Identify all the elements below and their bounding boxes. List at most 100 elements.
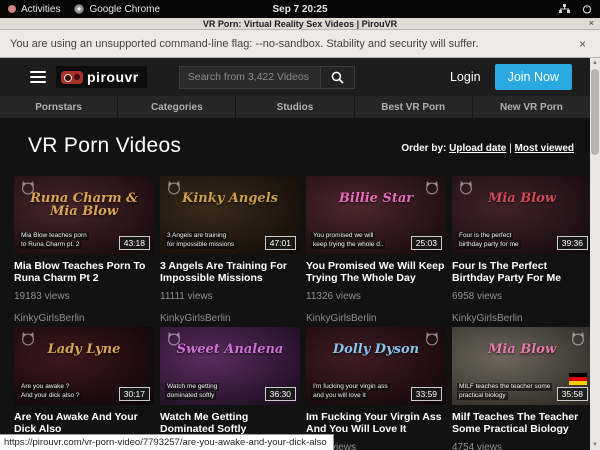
os-taskbar: Activities Google Chrome Sep 7 20:25 <box>0 0 600 18</box>
studio-link[interactable]: KinkyGirlsBerlin <box>452 313 590 324</box>
studio-watermark-cat-icon <box>166 180 182 196</box>
order-by-label: Order by: <box>401 143 446 154</box>
video-grid: Runa Charm & Mia Blow Mia Blow teaches p… <box>0 158 590 450</box>
video-thumbnail[interactable]: Sweet Analena Watch me gettingdominated … <box>160 327 300 405</box>
german-flag-icon <box>569 373 587 385</box>
video-card: Mia Blow Four is the perfectbirthday par… <box>452 176 590 324</box>
thumbnail-caption: You promised we willkeep trying the whol… <box>311 231 385 249</box>
video-views: 11111 views <box>160 291 300 302</box>
site-logo-text: pirouvr <box>87 69 139 85</box>
chrome-app-label: Google Chrome <box>89 4 160 15</box>
order-by-most-viewed-link[interactable]: Most viewed <box>515 143 574 154</box>
duration-badge: 43:18 <box>119 236 150 250</box>
video-title-link[interactable]: Milf Teaches The Teacher Some Practical … <box>452 411 590 435</box>
video-title-link[interactable]: Im Fucking Your Virgin Ass And You Will … <box>306 411 446 435</box>
nav-item-best-vr-porn[interactable]: Best VR Porn <box>354 96 472 118</box>
scroll-down-icon[interactable]: ▼ <box>592 440 598 450</box>
search-icon <box>331 71 344 84</box>
studio-watermark-cat-icon <box>20 180 36 196</box>
order-by-separator: | <box>509 143 512 154</box>
window-title: VR Porn: Virtual Reality Sex Videos | Pi… <box>0 18 600 30</box>
chrome-app-button[interactable]: Google Chrome <box>74 4 160 15</box>
search-input[interactable] <box>179 66 321 89</box>
main-nav: PornstarsCategoriesStudiosBest VR PornNe… <box>0 96 590 118</box>
activities-indicator-icon <box>8 5 16 13</box>
video-thumbnail[interactable]: Kinky Angels 3 Angels are trainingfor im… <box>160 176 300 254</box>
video-views: 19183 views <box>14 291 154 302</box>
studio-watermark-cat-icon <box>424 180 440 196</box>
duration-badge: 39:36 <box>557 236 588 250</box>
studio-link[interactable]: KinkyGirlsBerlin <box>14 313 154 324</box>
video-title-link[interactable]: 3 Angels Are Training For Impossible Mis… <box>160 260 300 284</box>
infobar-close-icon[interactable]: × <box>575 37 590 51</box>
thumbnail-caption: MILF teaches the teacher somepractical b… <box>457 382 552 400</box>
duration-badge: 30:17 <box>119 387 150 401</box>
activities-label: Activities <box>21 4 60 15</box>
video-thumbnail[interactable]: Runa Charm & Mia Blow Mia Blow teaches p… <box>14 176 154 254</box>
studio-watermark-cat-icon <box>458 180 474 196</box>
activities-button[interactable]: Activities <box>8 4 60 15</box>
video-title-link[interactable]: You Promised We Will Keep Trying The Who… <box>306 260 446 284</box>
page-heading-row: VR Porn Videos Order by: Upload date | M… <box>0 118 590 158</box>
network-icon[interactable] <box>559 4 570 14</box>
join-now-button[interactable]: Join Now <box>495 64 572 90</box>
site-header: pirouvr Login Join Now <box>0 58 590 96</box>
duration-badge: 25:03 <box>411 236 442 250</box>
page-scrollbar[interactable]: ▲ ▼ <box>590 58 600 450</box>
studio-watermark-cat-icon <box>570 331 586 347</box>
video-card: Runa Charm & Mia Blow Mia Blow teaches p… <box>14 176 154 324</box>
video-views: 4754 views <box>452 442 590 450</box>
order-by-upload-date-link[interactable]: Upload date <box>449 143 506 154</box>
thumbnail-caption: Mia Blow teaches pornto Runa Charm pt. 2 <box>19 231 89 249</box>
studio-link[interactable]: KinkyGirlsBerlin <box>160 313 300 324</box>
studio-watermark-cat-icon <box>166 331 182 347</box>
infobar-message: You are using an unsupported command-lin… <box>10 38 478 50</box>
video-thumbnail[interactable]: Mia Blow Four is the perfectbirthday par… <box>452 176 590 254</box>
window-titlebar: VR Porn: Virtual Reality Sex Videos | Pi… <box>0 18 600 30</box>
thumbnail-caption: Four is the perfectbirthday party for me <box>457 231 521 249</box>
duration-badge: 33:59 <box>411 387 442 401</box>
thumbnail-caption: Watch me gettingdominated softly <box>165 382 219 400</box>
screen: Activities Google Chrome Sep 7 20:25 VR … <box>0 0 600 450</box>
video-title-link[interactable]: Mia Blow Teaches Porn To Runa Charm Pt 2 <box>14 260 154 284</box>
video-title-link[interactable]: Watch Me Getting Dominated Softly <box>160 411 300 435</box>
nav-item-pornstars[interactable]: Pornstars <box>0 96 117 118</box>
studio-link[interactable]: KinkyGirlsBerlin <box>306 313 446 324</box>
power-icon[interactable] <box>582 4 592 14</box>
duration-badge: 47:01 <box>265 236 296 250</box>
nav-item-categories[interactable]: Categories <box>117 96 235 118</box>
order-by: Order by: Upload date | Most viewed <box>401 143 574 158</box>
scroll-up-icon[interactable]: ▲ <box>592 58 598 68</box>
studio-watermark-cat-icon <box>424 331 440 347</box>
video-thumbnail[interactable]: Dolly Dyson I'm fucking your virgin assa… <box>306 327 446 405</box>
nav-item-new-vr-porn[interactable]: New VR Porn <box>472 96 590 118</box>
studio-watermark-cat-icon <box>20 331 36 347</box>
video-title-link[interactable]: Are You Awake And Your Dick Also <box>14 411 154 435</box>
video-views: 11326 views <box>306 291 446 302</box>
duration-badge: 36:30 <box>265 387 296 401</box>
video-thumbnail[interactable]: Mia Blow MILF teaches the teacher somepr… <box>452 327 590 405</box>
search-button[interactable] <box>321 66 355 89</box>
vr-goggles-icon <box>61 71 83 84</box>
video-card: Dolly Dyson I'm fucking your virgin assa… <box>306 327 446 450</box>
status-url-tooltip: https://pirouvr.com/vr-porn-video/779325… <box>0 434 334 450</box>
video-card: Billie Star You promised we willkeep try… <box>306 176 446 324</box>
site-logo[interactable]: pirouvr <box>56 66 147 88</box>
video-thumbnail[interactable]: Billie Star You promised we willkeep try… <box>306 176 446 254</box>
video-card: Mia Blow MILF teaches the teacher somepr… <box>452 327 590 450</box>
video-card: Lady Lyne Are you awake ?And your dick a… <box>14 327 154 450</box>
scrollbar-thumb[interactable] <box>591 69 599 155</box>
window-close-icon[interactable]: × <box>589 18 594 28</box>
chrome-icon <box>74 4 84 14</box>
thumbnail-caption: Are you awake ?And your dick also ? <box>19 382 82 400</box>
video-thumbnail[interactable]: Lady Lyne Are you awake ?And your dick a… <box>14 327 154 405</box>
nav-item-studios[interactable]: Studios <box>235 96 353 118</box>
duration-badge: 35:58 <box>557 387 588 401</box>
video-title-link[interactable]: Four Is The Perfect Birthday Party For M… <box>452 260 590 284</box>
login-link[interactable]: Login <box>450 70 481 84</box>
thumbnail-caption: I'm fucking your virgin assand you will … <box>311 382 390 400</box>
video-card: Kinky Angels 3 Angels are trainingfor im… <box>160 176 300 324</box>
menu-icon[interactable] <box>30 68 46 86</box>
page-title: VR Porn Videos <box>28 134 181 158</box>
thumbnail-caption: 3 Angels are trainingfor impossible miss… <box>165 231 236 249</box>
